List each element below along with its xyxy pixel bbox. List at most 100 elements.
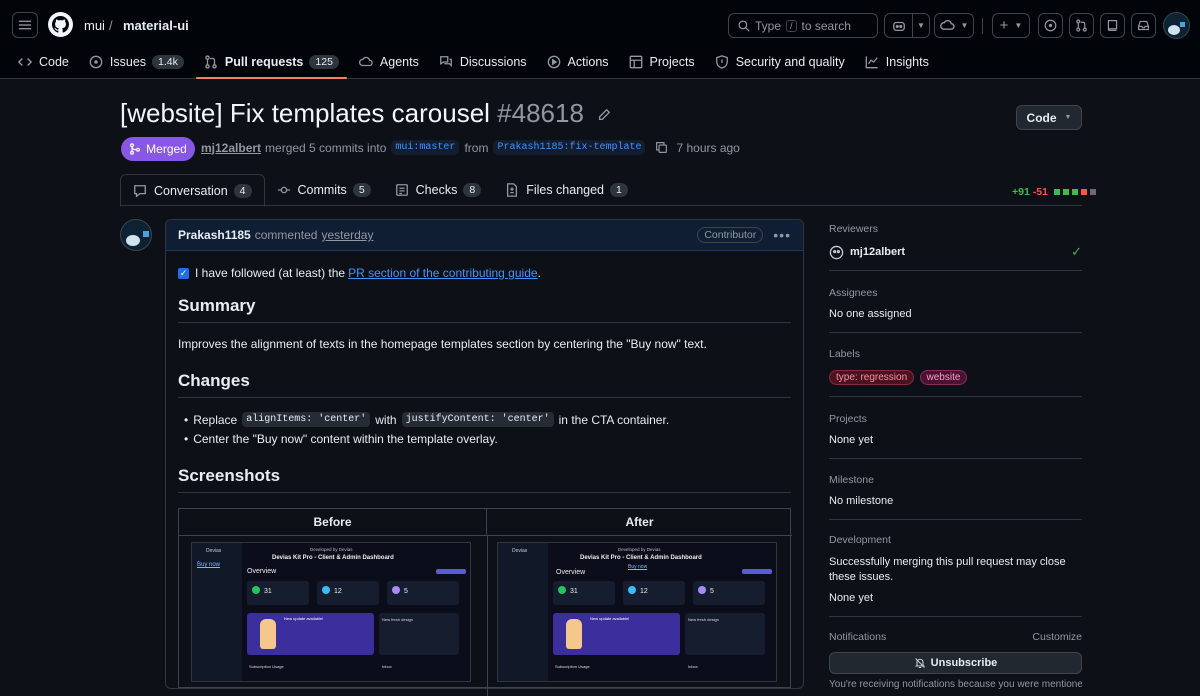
check-icon: ✓ — [1071, 244, 1082, 259]
tab-conversation[interactable]: Conversation 4 — [120, 174, 265, 207]
shot-buy-now: Buy now — [197, 562, 221, 568]
reviewer-name[interactable]: mj12albert — [850, 246, 905, 258]
pr-time[interactable]: 7 hours ago — [676, 141, 739, 155]
code-button[interactable]: Code ▼ — [1016, 105, 1082, 130]
heading-screenshots: Screenshots — [178, 466, 791, 493]
deletions-count: -51 — [1032, 186, 1048, 198]
sidebar-development: Development Successfully merging this pu… — [829, 534, 1082, 604]
tab-checks[interactable]: Checks 8 — [383, 174, 494, 206]
tab-files-changed[interactable]: Files changed 1 — [493, 174, 640, 206]
tab-label: Agents — [379, 54, 419, 69]
chevron-down-icon: ▼ — [960, 21, 969, 30]
label-regression[interactable]: type: regression — [829, 370, 915, 385]
base-branch[interactable]: mui:master — [391, 140, 460, 155]
shot-buy-now: Buy now — [628, 564, 648, 570]
projects-value: None yet — [829, 434, 874, 446]
breadcrumb-separator: / — [109, 18, 113, 33]
inbox-button[interactable] — [1131, 13, 1156, 38]
issues-button[interactable] — [1038, 13, 1063, 38]
tab-label: Conversation — [154, 183, 228, 198]
page-title: [website] Fix templates carousel #48618 — [120, 98, 611, 129]
repositories-button[interactable] — [1100, 13, 1125, 38]
label-website[interactable]: website — [919, 370, 968, 385]
tab-discussions[interactable]: Discussions — [429, 48, 537, 75]
screenshot-before[interactable]: Devias Buy now Developed by Devias Devia… — [191, 542, 471, 682]
tab-issues[interactable]: Issues 1.4k — [79, 48, 194, 75]
pull-requests-button[interactable] — [1069, 13, 1094, 38]
section-heading[interactable]: Reviewers — [829, 223, 1082, 235]
tab-count: 5 — [352, 183, 371, 197]
from-text: from — [464, 140, 489, 155]
tab-insights[interactable]: Insights — [855, 48, 939, 75]
kebab-icon[interactable]: ••• — [773, 227, 791, 243]
unsubscribe-label: Unsubscribe — [930, 657, 998, 669]
section-heading[interactable]: Projects — [829, 413, 1082, 425]
tab-label: Issues — [109, 54, 147, 69]
issues-count: 1.4k — [152, 54, 184, 69]
search-shortcut-key: / — [786, 19, 797, 32]
heading-changes: Changes — [178, 371, 791, 398]
inline-code: justifyContent: 'center' — [401, 412, 554, 427]
section-heading[interactable]: Labels — [829, 348, 1082, 360]
diff-box — [1072, 189, 1078, 195]
contributing-guide-link[interactable]: PR section of the contributing guide — [348, 266, 537, 280]
pull-requests-count: 125 — [309, 54, 339, 69]
tab-pull-requests[interactable]: Pull requests 125 — [194, 48, 349, 79]
tab-label: Discussions — [459, 54, 527, 69]
shot-product: Devias Kit Pro - Client & Admin Dashboar… — [272, 555, 394, 561]
pr-author[interactable]: mj12albert — [201, 141, 261, 155]
tab-label: Security and quality — [735, 54, 845, 69]
copilot-button[interactable]: ▼ — [884, 13, 930, 38]
shot-stat: 5 — [404, 588, 408, 595]
plus-icon: + — [999, 17, 1009, 34]
checklist-icon — [395, 184, 408, 196]
github-logo-icon[interactable] — [48, 12, 73, 37]
pencil-icon[interactable] — [597, 108, 611, 122]
issue-icon — [1044, 19, 1057, 32]
tab-code[interactable]: Code — [8, 48, 79, 75]
comment-avatar[interactable] — [120, 219, 152, 251]
shot-overview: Overview — [247, 568, 277, 575]
head-branch[interactable]: Prakash1185:fix-template — [493, 140, 646, 155]
screenshot-after[interactable]: Devias Developed by Devias Devias Kit Pr… — [497, 542, 777, 682]
shot-dev-by: Developed by Devias — [618, 547, 661, 552]
checkbox[interactable]: ✓ — [178, 267, 189, 279]
tab-agents[interactable]: Agents — [349, 48, 429, 75]
unsubscribe-button[interactable]: Unsubscribe — [829, 652, 1082, 674]
pr-title: [website] Fix templates carousel — [120, 98, 490, 128]
shot-dev-by: Developed by Devias — [310, 547, 353, 552]
tab-actions[interactable]: Actions — [537, 48, 619, 75]
section-heading[interactable]: Assignees — [829, 287, 1082, 299]
breadcrumb-owner[interactable]: mui — [84, 18, 105, 33]
tab-security[interactable]: Security and quality — [705, 48, 855, 75]
copy-icon[interactable] — [655, 141, 668, 154]
customize-link[interactable]: Customize — [1032, 631, 1082, 652]
shot-stat: 31 — [570, 588, 578, 595]
comment-author[interactable]: Prakash1185 — [178, 228, 251, 242]
hamburger-icon — [18, 20, 32, 30]
shot-brand: Devias — [206, 548, 222, 554]
status-badge: Merged — [121, 137, 195, 161]
menu-button[interactable] — [12, 12, 38, 38]
copilot-icon — [893, 21, 905, 31]
codespaces-button[interactable]: ▼ — [934, 13, 974, 38]
inline-code: alignItems: 'center' — [242, 412, 371, 427]
sidebar-assignees: Assignees No one assigned — [829, 287, 1082, 320]
additions-count: +91 — [1012, 186, 1030, 198]
discussions-icon — [439, 55, 452, 67]
inbox-icon — [1138, 20, 1149, 31]
search-input[interactable]: Type / to search — [728, 13, 878, 38]
section-heading[interactable]: Milestone — [829, 474, 1082, 486]
tab-commits[interactable]: Commits 5 — [265, 174, 383, 206]
breadcrumb-repo[interactable]: material-ui — [123, 18, 189, 33]
avatar[interactable] — [1163, 12, 1190, 39]
shot-sub-title: Subscription Usage — [249, 664, 284, 669]
section-heading[interactable]: Development — [829, 534, 1082, 546]
pull-request-icon — [205, 54, 217, 69]
search-placeholder-suffix: to search — [801, 18, 851, 33]
tab-projects[interactable]: Projects — [619, 48, 705, 75]
tab-label: Checks — [415, 183, 458, 197]
comment-time[interactable]: yesterday — [321, 228, 373, 242]
chevron-down-icon: ▼ — [917, 21, 925, 30]
create-new-button[interactable]: + ▼ — [992, 13, 1030, 38]
